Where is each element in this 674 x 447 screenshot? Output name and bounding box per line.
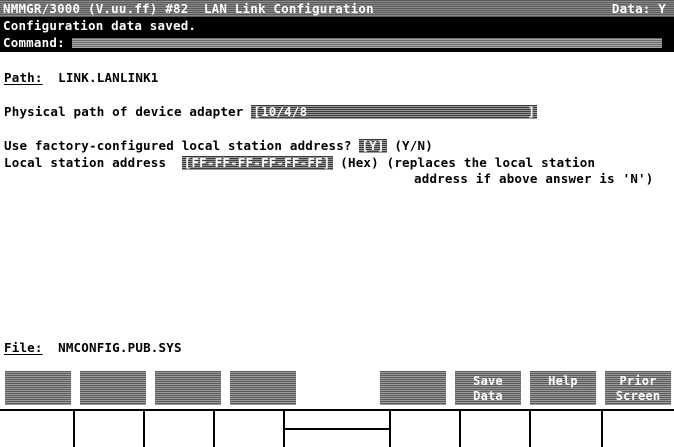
key-cell-6 bbox=[391, 411, 461, 447]
prior-screen-key[interactable]: Prior Screen bbox=[605, 371, 671, 405]
factory-address-value: Y bbox=[369, 138, 377, 153]
message-line: Configuration data saved. bbox=[0, 17, 674, 34]
physical-path-value: 10/4/8 bbox=[260, 104, 308, 119]
help-key[interactable]: Help bbox=[530, 371, 596, 405]
physical-path-row: Physical path of device adapter [10/4/8] bbox=[4, 104, 538, 119]
key-cell-4 bbox=[215, 411, 285, 447]
title-bar: NMMGR/3000 (V.uu.ff) #82 LAN Link Config… bbox=[0, 0, 674, 17]
local-station-row: Local station address [FF-FF-FF-FF-FF-FF… bbox=[4, 155, 595, 170]
key-cell-5 bbox=[285, 411, 391, 447]
function-key-3[interactable] bbox=[155, 371, 221, 405]
file-label: File: bbox=[4, 340, 43, 355]
local-station-hint: (Hex) (replaces the local station bbox=[340, 155, 596, 170]
physical-path-label: Physical path of device adapter bbox=[4, 104, 244, 119]
key-cell-3 bbox=[145, 411, 215, 447]
path-value: LINK.LANLINK1 bbox=[58, 70, 159, 85]
function-key-2[interactable] bbox=[80, 371, 146, 405]
key-cell-1 bbox=[0, 411, 75, 447]
status-message: Configuration data saved. bbox=[3, 18, 197, 33]
local-station-hint-2: address if above answer is 'N') bbox=[414, 171, 654, 186]
function-key-5[interactable] bbox=[305, 371, 371, 405]
path-row: Path: LINK.LANLINK1 bbox=[4, 70, 159, 85]
factory-address-hint: (Y/N) bbox=[394, 138, 433, 153]
command-label: Command: bbox=[3, 35, 65, 50]
path-label: Path: bbox=[4, 70, 43, 85]
data-flag: Data: Y bbox=[611, 1, 666, 16]
factory-address-row: Use factory-configured local station add… bbox=[4, 138, 433, 153]
factory-address-label: Use factory-configured local station add… bbox=[4, 138, 352, 153]
local-station-label: Local station address bbox=[4, 155, 167, 170]
screen-title: NMMGR/3000 (V.uu.ff) #82 LAN Link Config… bbox=[3, 1, 374, 16]
local-station-input[interactable]: [FF-FF-FF-FF-FF-FF] bbox=[181, 155, 333, 170]
command-line: Command: bbox=[0, 34, 674, 52]
local-station-value: FF-FF-FF-FF-FF-FF bbox=[191, 155, 323, 170]
key-cell-2 bbox=[75, 411, 145, 447]
factory-address-input[interactable]: [Y] bbox=[359, 138, 387, 153]
function-key-bar: Save Data Help Prior Screen bbox=[0, 369, 674, 409]
file-value: NMCONFIG.PUB.SYS bbox=[58, 340, 182, 355]
key-label-strip bbox=[0, 409, 674, 447]
save-data-key[interactable]: Save Data bbox=[455, 371, 521, 405]
command-input[interactable] bbox=[72, 38, 662, 48]
file-row: File: NMCONFIG.PUB.SYS bbox=[4, 340, 182, 355]
function-key-1[interactable] bbox=[5, 371, 71, 405]
function-key-6[interactable] bbox=[380, 371, 446, 405]
physical-path-input[interactable]: [10/4/8] bbox=[251, 104, 538, 119]
key-cell-7 bbox=[461, 411, 531, 447]
function-key-4[interactable] bbox=[230, 371, 296, 405]
key-cell-8 bbox=[531, 411, 603, 447]
